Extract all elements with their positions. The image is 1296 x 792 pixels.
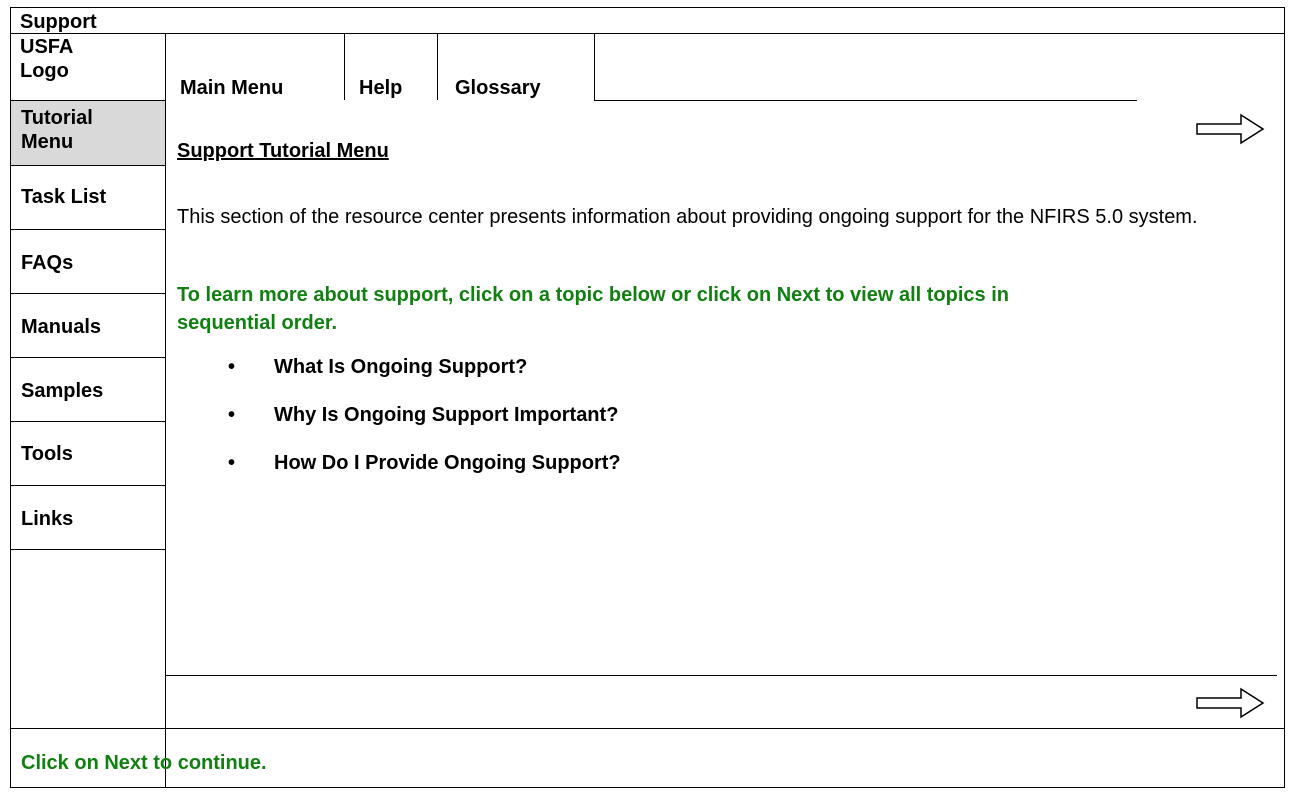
footer-message: Click on Next to continue. [21,752,267,774]
divider [437,33,438,100]
glossary-tab[interactable]: Glossary [455,76,541,100]
divider [10,728,1285,729]
topic-link-why-is-ongoing-support-important[interactable]: Why Is Ongoing Support Important? [274,403,618,427]
section-title: Support [20,11,97,33]
divider [10,421,166,422]
bullet-icon: • [228,356,236,378]
sidebar-item-tools[interactable]: Tools [11,442,165,466]
page-frame [10,7,1285,788]
logo-line-2: Logo [20,60,69,82]
sidebar-item-samples[interactable]: Samples [11,379,165,403]
divider [594,100,1137,101]
bullet-icon: • [228,452,236,474]
sidebar-item-label: Tutorial [21,107,93,129]
bullet-icon: • [228,404,236,426]
next-arrow-icon[interactable] [1195,112,1267,146]
next-arrow-icon[interactable] [1195,686,1267,720]
divider [10,549,166,550]
instruction-text: To learn more about support, click on a … [177,284,1009,334]
divider [10,485,166,486]
divider [10,357,166,358]
sidebar-item-label: Menu [21,131,74,153]
divider [10,33,1285,34]
topic-link-what-is-ongoing-support[interactable]: What Is Ongoing Support? [274,355,527,379]
usfa-logo[interactable]: USFA Logo [20,35,73,83]
logo-line-1: USFA [20,36,74,58]
page-heading: Support Tutorial Menu [177,140,389,162]
divider [594,33,595,100]
divider [165,675,1277,676]
sidebar-item-manuals[interactable]: Manuals [11,315,165,339]
help-tab[interactable]: Help [359,76,402,100]
sidebar-item-tutorial-menu[interactable]: Tutorial Menu [11,101,165,165]
intro-text: This section of the resource center pres… [177,206,1198,228]
topic-link-how-do-i-provide-ongoing-support[interactable]: How Do I Provide Ongoing Support? [274,451,621,475]
divider [344,33,345,100]
sidebar-item-task-list[interactable]: Task List [11,185,165,209]
main-menu-tab[interactable]: Main Menu [180,76,283,100]
sidebar-item-links[interactable]: Links [11,507,165,531]
sidebar-item-faqs[interactable]: FAQs [11,251,165,275]
divider [10,165,166,166]
divider [10,293,166,294]
divider [10,229,166,230]
